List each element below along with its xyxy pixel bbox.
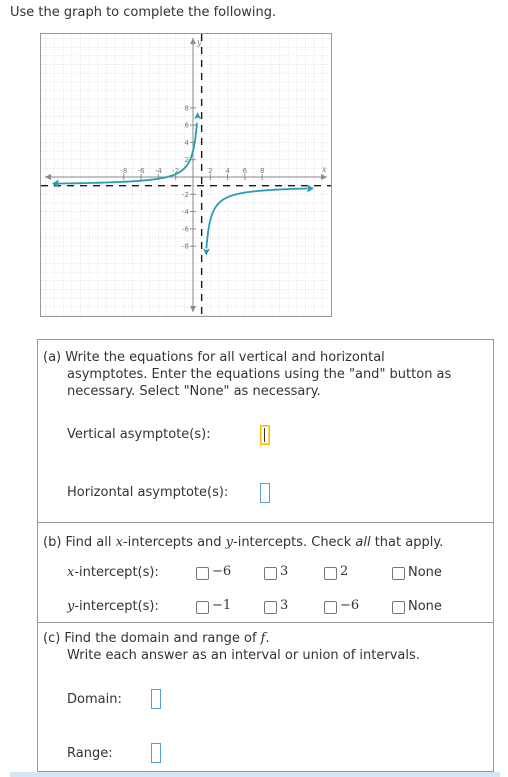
y-axis-arrow-up — [190, 38, 196, 44]
part-c-line2: Write each answer as an interval or unio… — [67, 648, 420, 663]
bottom-scroll-strip — [10, 772, 500, 777]
y-tick-label: -8 — [182, 243, 189, 251]
y-variable: y — [225, 535, 234, 550]
horizontal-asymptote-label: Horizontal asymptote(s): — [67, 485, 229, 500]
x-intercept-option-3: 3 — [280, 564, 289, 579]
part-c-panel: (c) Find the domain and range of f. Writ… — [37, 622, 494, 772]
part-b-text-end: that apply. — [370, 535, 444, 550]
x-intercept-checkbox-2[interactable] — [324, 567, 337, 580]
part-c-instructions: (c) Find the domain and range of f. Writ… — [43, 630, 488, 664]
y-tick-label: -4 — [182, 208, 190, 216]
y-tick-label: 4 — [185, 139, 190, 147]
curve-arrow-down — [202, 248, 210, 256]
part-b-text-mid1: -intercepts and — [122, 535, 226, 550]
part-b-panel: (b) Find all x-intercepts and y-intercep… — [37, 522, 494, 623]
x-tick-label: 2 — [208, 167, 212, 175]
graph-canvas: -8 -6 -4 -2 2 4 6 88642-2-4-6-8xy — [41, 34, 331, 316]
y-intercept-checkbox-neg1[interactable] — [196, 601, 209, 614]
y-intercept-option-3: 3 — [280, 598, 289, 613]
part-a-line3: necessary. Select "None" as necessary. — [67, 384, 321, 399]
function-graph: -8 -6 -4 -2 2 4 6 8 8 6 4 2 -2 -4 -6 -8 x y — [40, 33, 332, 317]
x-tick-label: -4 — [155, 167, 163, 175]
x-tick-label: -8 — [120, 167, 127, 175]
horizontal-asymptote-input[interactable] — [260, 483, 270, 503]
x-intercept-label-text: -intercept(s): — [74, 565, 159, 580]
vertical-asymptote-label: Vertical asymptote(s): — [67, 427, 211, 442]
x-tick-label: 6 — [243, 167, 248, 175]
x-intercept-checkbox-neg6[interactable] — [196, 567, 209, 580]
y-tick-label: -6 — [182, 225, 190, 233]
y-intercept-option-neg6: −6 — [340, 598, 360, 613]
part-b-text-mid2: -intercepts. Check — [233, 535, 356, 550]
part-c-period: . — [265, 631, 270, 646]
curve-arrow-up — [194, 112, 202, 120]
x-tick-label: -6 — [138, 167, 146, 175]
part-b-instructions: (b) Find all x-intercepts and y-intercep… — [43, 535, 443, 550]
curve-arrow-right — [307, 184, 315, 193]
x-intercept-checkbox-3[interactable] — [264, 567, 277, 580]
range-input[interactable] — [151, 743, 161, 763]
y-intercept-label-text: -intercept(s): — [74, 599, 159, 614]
y-intercept-checkbox-3[interactable] — [264, 601, 277, 614]
y-intercept-label: y-intercept(s): — [67, 599, 159, 614]
x-intercept-option-2: 2 — [340, 564, 349, 579]
part-c-line1: (c) Find the domain and range of — [43, 631, 261, 646]
part-a-line1: (a) Write the equations for all vertical… — [43, 350, 385, 365]
curve-right-branch — [205, 187, 308, 249]
instruction-text: Use the graph to complete the following. — [10, 5, 277, 20]
curve-arrow-left — [51, 179, 59, 188]
y-tick-label: -2 — [182, 191, 189, 199]
x-axis-label: x — [322, 165, 327, 174]
y-intercept-checkbox-none[interactable] — [392, 601, 405, 614]
x-intercept-checkbox-none[interactable] — [392, 567, 405, 580]
domain-input[interactable] — [151, 689, 161, 709]
y-intercept-option-none: None — [408, 599, 442, 614]
part-a-panel: (a) Write the equations for all vertical… — [37, 339, 494, 523]
y-tick-label: 8 — [185, 104, 189, 112]
range-label: Range: — [67, 746, 113, 761]
y-axis-arrow-down — [190, 306, 196, 312]
all-emphasis: all — [355, 535, 371, 550]
x-tick-label: 4 — [225, 167, 230, 175]
y-tick-label: 6 — [185, 122, 190, 130]
part-b-text-pre: (b) Find all — [43, 535, 116, 550]
text-caret — [264, 428, 265, 442]
y-intercept-option-neg1: −1 — [212, 598, 232, 613]
x-intercept-option-none: None — [408, 565, 442, 580]
x-intercept-option-neg6: −6 — [212, 564, 232, 579]
part-a-instructions: (a) Write the equations for all vertical… — [43, 349, 488, 400]
x-variable: x — [115, 535, 123, 550]
x-axis-arrow-right — [321, 174, 327, 180]
part-a-line2: asymptotes. Enter the equations using th… — [67, 367, 452, 382]
y-intercept-checkbox-neg6[interactable] — [324, 601, 337, 614]
domain-label: Domain: — [67, 692, 122, 707]
x-intercept-label: x-intercept(s): — [67, 565, 159, 580]
x-tick-label: 8 — [260, 167, 264, 175]
vertical-asymptote-input[interactable] — [260, 425, 270, 445]
